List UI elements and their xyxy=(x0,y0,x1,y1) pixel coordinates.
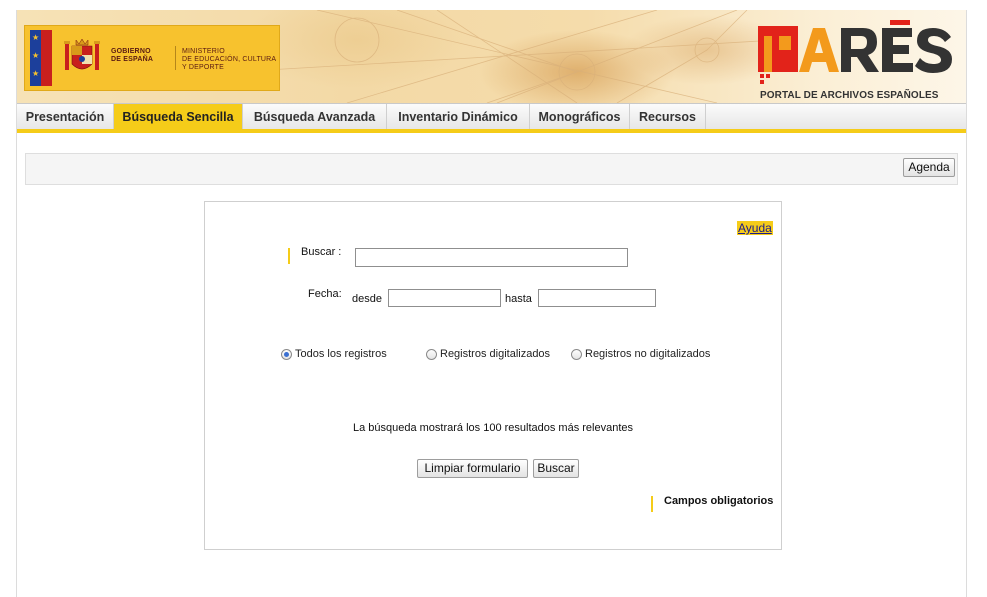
toolbar: Agenda xyxy=(25,153,958,185)
pares-logo-icon xyxy=(758,20,952,84)
coat-of-arms-icon xyxy=(64,38,100,70)
logo-tagline: PORTAL DE ARCHIVOS ESPAÑOLES xyxy=(760,90,939,101)
site-header: ★ ★ ★ GOBIERNO DE ESPAÑA MINISTERIO DE E… xyxy=(17,10,966,103)
radio-digitalizados[interactable]: Registros digitalizados xyxy=(426,348,550,360)
radio-no-digitalizados[interactable]: Registros no digitalizados xyxy=(571,348,710,360)
radio-digitalizados-label: Registros digitalizados xyxy=(440,348,551,360)
date-label: Fecha: xyxy=(308,288,342,300)
tab-busqueda-avanzada[interactable]: Búsqueda Avanzada xyxy=(243,104,387,130)
search-input[interactable] xyxy=(355,248,628,267)
ministry-divider xyxy=(175,46,176,70)
simple-search-form: Ayuda Buscar : Fecha: desde hasta Todos … xyxy=(204,201,782,550)
date-to-label: hasta xyxy=(505,293,532,305)
date-from-input[interactable] xyxy=(388,289,501,307)
results-notice: La búsqueda mostrará los 100 resultados … xyxy=(352,422,634,434)
radio-button[interactable] xyxy=(571,348,582,360)
radio-no-digitalizados-label: Registros no digitalizados xyxy=(585,348,711,360)
date-to-input[interactable] xyxy=(538,289,656,307)
government-name: GOBIERNO DE ESPAÑA xyxy=(111,48,154,63)
pares-logo[interactable]: PORTAL DE ARCHIVOS ESPAÑOLES xyxy=(755,20,955,101)
help-link[interactable]: Ayuda xyxy=(737,221,773,235)
radio-todos-label: Todos los registros xyxy=(295,348,387,360)
tab-monograficos[interactable]: Monográficos xyxy=(530,104,630,130)
tab-inventario-dinamico[interactable]: Inventario Dinámico xyxy=(387,104,530,130)
page: ★ ★ ★ GOBIERNO DE ESPAÑA MINISTERIO DE E… xyxy=(16,10,967,597)
required-marker xyxy=(651,496,653,512)
eu-spain-flag-icon: ★ ★ ★ xyxy=(30,30,52,86)
search-label: Buscar : xyxy=(301,246,342,258)
government-logo-block[interactable]: ★ ★ ★ GOBIERNO DE ESPAÑA MINISTERIO DE E… xyxy=(24,25,280,91)
tab-recursos[interactable]: Recursos xyxy=(630,104,706,130)
agenda-button[interactable]: Agenda xyxy=(903,158,955,177)
main-nav: Presentación Búsqueda Sencilla Búsqueda … xyxy=(17,103,966,130)
nav-accent-bar xyxy=(17,129,966,133)
clear-form-button[interactable]: Limpiar formulario xyxy=(417,459,528,478)
required-marker xyxy=(288,248,290,264)
required-fields-note: Campos obligatorios xyxy=(664,495,774,507)
tab-presentacion[interactable]: Presentación xyxy=(17,104,114,130)
date-from-label: desde xyxy=(352,293,382,305)
radio-button-checked[interactable] xyxy=(281,348,292,360)
radio-button[interactable] xyxy=(426,348,437,360)
search-button[interactable]: Buscar xyxy=(533,459,579,478)
ministry-name: MINISTERIO DE EDUCACIÓN, CULTURA Y DEPOR… xyxy=(182,48,277,71)
radio-todos[interactable]: Todos los registros xyxy=(281,348,387,360)
tab-busqueda-sencilla[interactable]: Búsqueda Sencilla xyxy=(114,104,243,130)
